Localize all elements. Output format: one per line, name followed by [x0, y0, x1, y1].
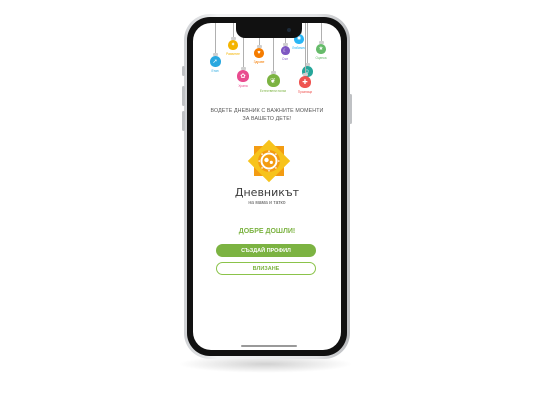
phone-frame: ➚ Етап ✦ Развитие ✿ Храна ♥ Здраве ❦ Естествени п… — [182, 14, 352, 359]
mute-switch — [182, 66, 185, 76]
bulb-label: Любимец — [292, 46, 306, 50]
power-button — [349, 94, 352, 124]
bulb-label: Етап — [211, 69, 219, 73]
bulb-label: Празници — [297, 90, 313, 94]
moon-icon: ☾ — [280, 46, 290, 55]
app-logo-icon — [247, 139, 291, 188]
tagline-line-2: ЗА ВАШЕТО ДЕТЕ! — [242, 116, 292, 122]
bulb-label: Развитие — [226, 52, 240, 56]
volume-up-button — [182, 86, 185, 106]
bulb-wire — [305, 23, 306, 73]
leaf-icon: ❦ — [266, 74, 280, 87]
flower-icon: ✿ — [237, 70, 249, 82]
welcome-heading: ДОБРЕ ДОШЛИ! — [238, 228, 296, 235]
star-icon: ★ — [316, 44, 326, 54]
heart-icon: ♥ — [254, 48, 264, 58]
brand-name: Дневникът — [234, 186, 300, 199]
bulb-wire — [233, 23, 234, 37]
bulb-label: Сън — [281, 57, 289, 61]
home-indicator — [241, 345, 297, 347]
bulb-label: Оценка — [315, 56, 327, 60]
bulb-label: Храна — [238, 84, 248, 88]
phone-notch — [236, 23, 302, 38]
bulb-label: Естествени ползи — [259, 89, 287, 93]
bulb-wire — [307, 23, 308, 63]
gift-icon: ✚ — [299, 76, 311, 88]
bulb-wire — [215, 23, 216, 53]
login-button[interactable]: ВЛИЗАНЕ — [216, 262, 316, 275]
rocket-icon: ➚ — [209, 56, 221, 67]
brand-subtitle: на мама и татко — [248, 200, 286, 206]
bulb-wire — [321, 23, 322, 41]
bulb-label: Здраве — [253, 60, 265, 64]
phone-bezel: ➚ Етап ✦ Развитие ✿ Храна ♥ Здраве ❦ Естествени п… — [187, 17, 347, 356]
lightbulb-icon: ✦ — [228, 40, 238, 50]
tagline-line-1: ВОДЕТЕ ДНЕВНИК С ВАЖНИТЕ МОМЕНТИ — [210, 108, 324, 114]
camera-icon — [287, 28, 291, 32]
app-screen: ➚ Етап ✦ Развитие ✿ Храна ♥ Здраве ❦ Естествени п… — [193, 23, 341, 350]
tagline: ВОДЕТЕ ДНЕВНИК С ВАЖНИТЕ МОМЕНТИ ЗА ВАШЕ… — [193, 107, 341, 123]
create-profile-button[interactable]: СЪЗДАЙ ПРОФИЛ — [216, 244, 316, 257]
volume-down-button — [182, 111, 185, 131]
